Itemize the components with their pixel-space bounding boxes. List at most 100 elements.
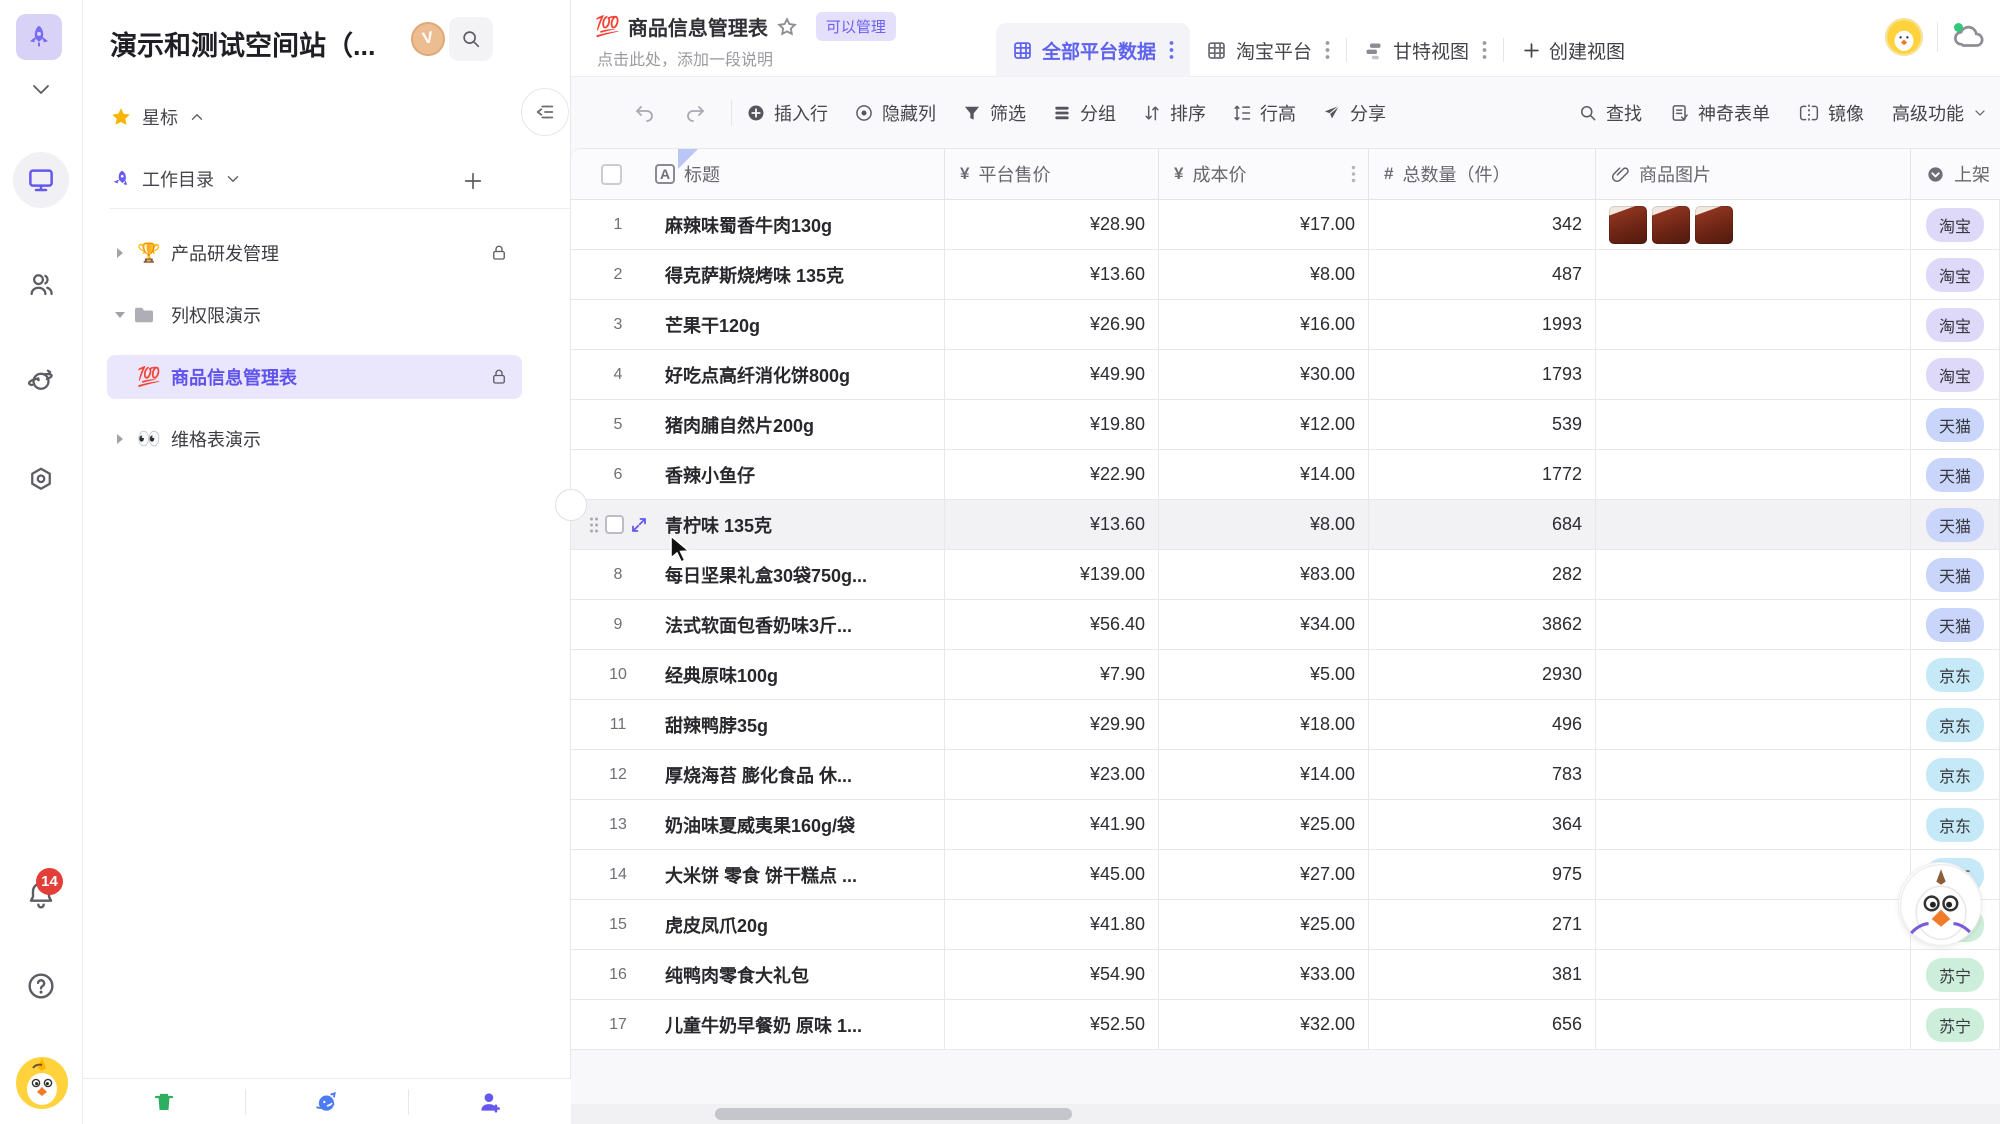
trash-button[interactable]: [83, 1079, 245, 1124]
cell-platform[interactable]: 京东: [1911, 700, 2000, 749]
cell-platform[interactable]: 淘宝: [1911, 350, 2000, 399]
mirror-button[interactable]: 镜像: [1798, 100, 1864, 126]
insert-row-button[interactable]: 插入行: [746, 100, 828, 126]
cell-images[interactable]: [1596, 200, 1911, 249]
cell-price[interactable]: ¥56.40: [945, 600, 1159, 649]
workspace-avatar[interactable]: [16, 14, 62, 60]
collapse-sidebar-button[interactable]: [521, 88, 569, 136]
cell-price[interactable]: ¥28.90: [945, 200, 1159, 249]
workspace-switcher-chevron[interactable]: [28, 82, 54, 98]
cell-title[interactable]: 虎皮凤爪20g: [665, 912, 768, 938]
cell-title[interactable]: 好吃点高纤消化饼800g: [665, 362, 850, 388]
cell-cost[interactable]: ¥8.00: [1159, 250, 1369, 299]
invite-member-button[interactable]: [409, 1079, 571, 1124]
platform-badge[interactable]: 淘宝: [1926, 308, 1984, 342]
row-height-button[interactable]: 行高: [1232, 100, 1296, 126]
cell-qty[interactable]: 975: [1369, 850, 1596, 899]
cell-price[interactable]: ¥45.00: [945, 850, 1159, 899]
cell-title[interactable]: 大米饼 零食 饼干糕点 ...: [665, 862, 857, 888]
cell-price[interactable]: ¥23.00: [945, 750, 1159, 799]
cell-platform[interactable]: 淘宝: [1911, 200, 2000, 249]
doc-description-placeholder[interactable]: 点击此处，添加一段说明: [597, 46, 773, 70]
cell-price[interactable]: ¥54.90: [945, 950, 1159, 999]
user-avatar[interactable]: [15, 1056, 69, 1110]
cell-price[interactable]: ¥19.80: [945, 400, 1159, 449]
table-row[interactable]: 7 青柠味 135克 ¥13.60 ¥8.00 684 天猫: [571, 500, 2000, 550]
cell-qty[interactable]: 1993: [1369, 300, 1596, 349]
tab-menu-kebab[interactable]: [1169, 40, 1174, 60]
cell-qty[interactable]: 2930: [1369, 650, 1596, 699]
cell-cost[interactable]: ¥30.00: [1159, 350, 1369, 399]
cell-platform[interactable]: 天猫: [1911, 500, 2000, 549]
table-row[interactable]: 6 香辣小鱼仔 ¥22.90 ¥14.00 1772 天猫: [571, 450, 2000, 500]
cell-qty[interactable]: 282: [1369, 550, 1596, 599]
cell-images[interactable]: [1596, 800, 1911, 849]
cell-qty[interactable]: 496: [1369, 700, 1596, 749]
sync-status[interactable]: [1952, 22, 1986, 52]
cell-cost[interactable]: ¥5.00: [1159, 650, 1369, 699]
column-header-price[interactable]: ¥ 平台售价: [945, 149, 1159, 199]
caret-right-icon[interactable]: [107, 433, 133, 445]
cell-cost[interactable]: ¥32.00: [1159, 1000, 1369, 1049]
cell-title[interactable]: 儿童牛奶早餐奶 原味 1...: [665, 1012, 862, 1038]
tab-taobao-platform[interactable]: 淘宝平台: [1190, 23, 1346, 77]
product-image-thumb[interactable]: [1609, 206, 1647, 244]
table-row[interactable]: 15 虎皮凤爪20g ¥41.80 ¥25.00 271 苏宁: [571, 900, 2000, 950]
table-row[interactable]: 16 纯鸭肉零食大礼包 ¥54.90 ¥33.00 381 苏宁: [571, 950, 2000, 1000]
star-outline-icon[interactable]: [776, 16, 798, 38]
cell-price[interactable]: ¥22.90: [945, 450, 1159, 499]
platform-badge[interactable]: 京东: [1926, 758, 1984, 792]
cell-images[interactable]: [1596, 350, 1911, 399]
cell-price[interactable]: ¥41.80: [945, 900, 1159, 949]
cell-platform[interactable]: 天猫: [1911, 450, 2000, 499]
cell-images[interactable]: [1596, 750, 1911, 799]
hide-columns-button[interactable]: 隐藏列: [854, 100, 936, 126]
platform-badge[interactable]: 京东: [1926, 658, 1984, 692]
tab-menu-kebab[interactable]: [1482, 40, 1487, 60]
cell-price[interactable]: ¥49.90: [945, 350, 1159, 399]
cell-platform[interactable]: 苏宁: [1911, 1000, 2000, 1049]
cell-qty[interactable]: 342: [1369, 200, 1596, 249]
cell-images[interactable]: [1596, 250, 1911, 299]
cell-price[interactable]: ¥13.60: [945, 500, 1159, 549]
platform-badge[interactable]: 天猫: [1926, 458, 1984, 492]
cell-cost[interactable]: ¥17.00: [1159, 200, 1369, 249]
column-header-qty[interactable]: # 总数量（件）: [1369, 149, 1596, 199]
nav-contacts-button[interactable]: [13, 256, 69, 312]
cell-images[interactable]: [1596, 700, 1911, 749]
product-image-thumb[interactable]: [1652, 206, 1690, 244]
cell-price[interactable]: ¥13.60: [945, 250, 1159, 299]
platform-badge[interactable]: 京东: [1926, 708, 1984, 742]
cell-title[interactable]: 芒果干120g: [665, 312, 760, 338]
platform-badge[interactable]: 天猫: [1926, 408, 1984, 442]
cell-price[interactable]: ¥139.00: [945, 550, 1159, 599]
cell-qty[interactable]: 271: [1369, 900, 1596, 949]
column-header-cost[interactable]: ¥ 成本价: [1159, 149, 1369, 199]
cell-cost[interactable]: ¥8.00: [1159, 500, 1369, 549]
cell-cost[interactable]: ¥14.00: [1159, 750, 1369, 799]
cell-qty[interactable]: 656: [1369, 1000, 1596, 1049]
table-row[interactable]: 8 每日坚果礼盒30袋750g... ¥139.00 ¥83.00 282 天猫: [571, 550, 2000, 600]
collaborator-avatar[interactable]: [1885, 18, 1923, 56]
table-row[interactable]: 4 好吃点高纤消化饼800g ¥49.90 ¥30.00 1793 淘宝: [571, 350, 2000, 400]
cell-platform[interactable]: 淘宝: [1911, 250, 2000, 299]
table-row[interactable]: 1 麻辣味蜀香牛肉130g ¥28.90 ¥17.00 342 淘宝: [571, 200, 2000, 250]
table-row[interactable]: 10 经典原味100g ¥7.90 ¥5.00 2930 京东: [571, 650, 2000, 700]
workspace-title[interactable]: 演示和测试空间站（...: [110, 24, 410, 63]
tree-item-product-info-table[interactable]: 💯 商品信息管理表: [107, 355, 522, 399]
cell-title[interactable]: 纯鸭肉零食大礼包: [665, 962, 809, 988]
starred-section-header[interactable]: 星标: [110, 104, 206, 130]
cell-qty[interactable]: 539: [1369, 400, 1596, 449]
table-row[interactable]: 5 猪肉脯自然片200g ¥19.80 ¥12.00 539 天猫: [571, 400, 2000, 450]
cell-qty[interactable]: 1793: [1369, 350, 1596, 399]
platform-badge[interactable]: 淘宝: [1926, 258, 1984, 292]
nav-workbench-button[interactable]: [13, 152, 69, 208]
cell-platform[interactable]: 苏宁: [1911, 950, 2000, 999]
platform-badge[interactable]: 苏宁: [1926, 958, 1984, 992]
tab-all-platform-data[interactable]: 全部平台数据: [996, 23, 1190, 77]
create-view-button[interactable]: 创建视图: [1504, 23, 1643, 77]
select-all-checkbox[interactable]: [601, 164, 622, 185]
cell-cost[interactable]: ¥14.00: [1159, 450, 1369, 499]
cell-platform[interactable]: 天猫: [1911, 550, 2000, 599]
cell-price[interactable]: ¥7.90: [945, 650, 1159, 699]
